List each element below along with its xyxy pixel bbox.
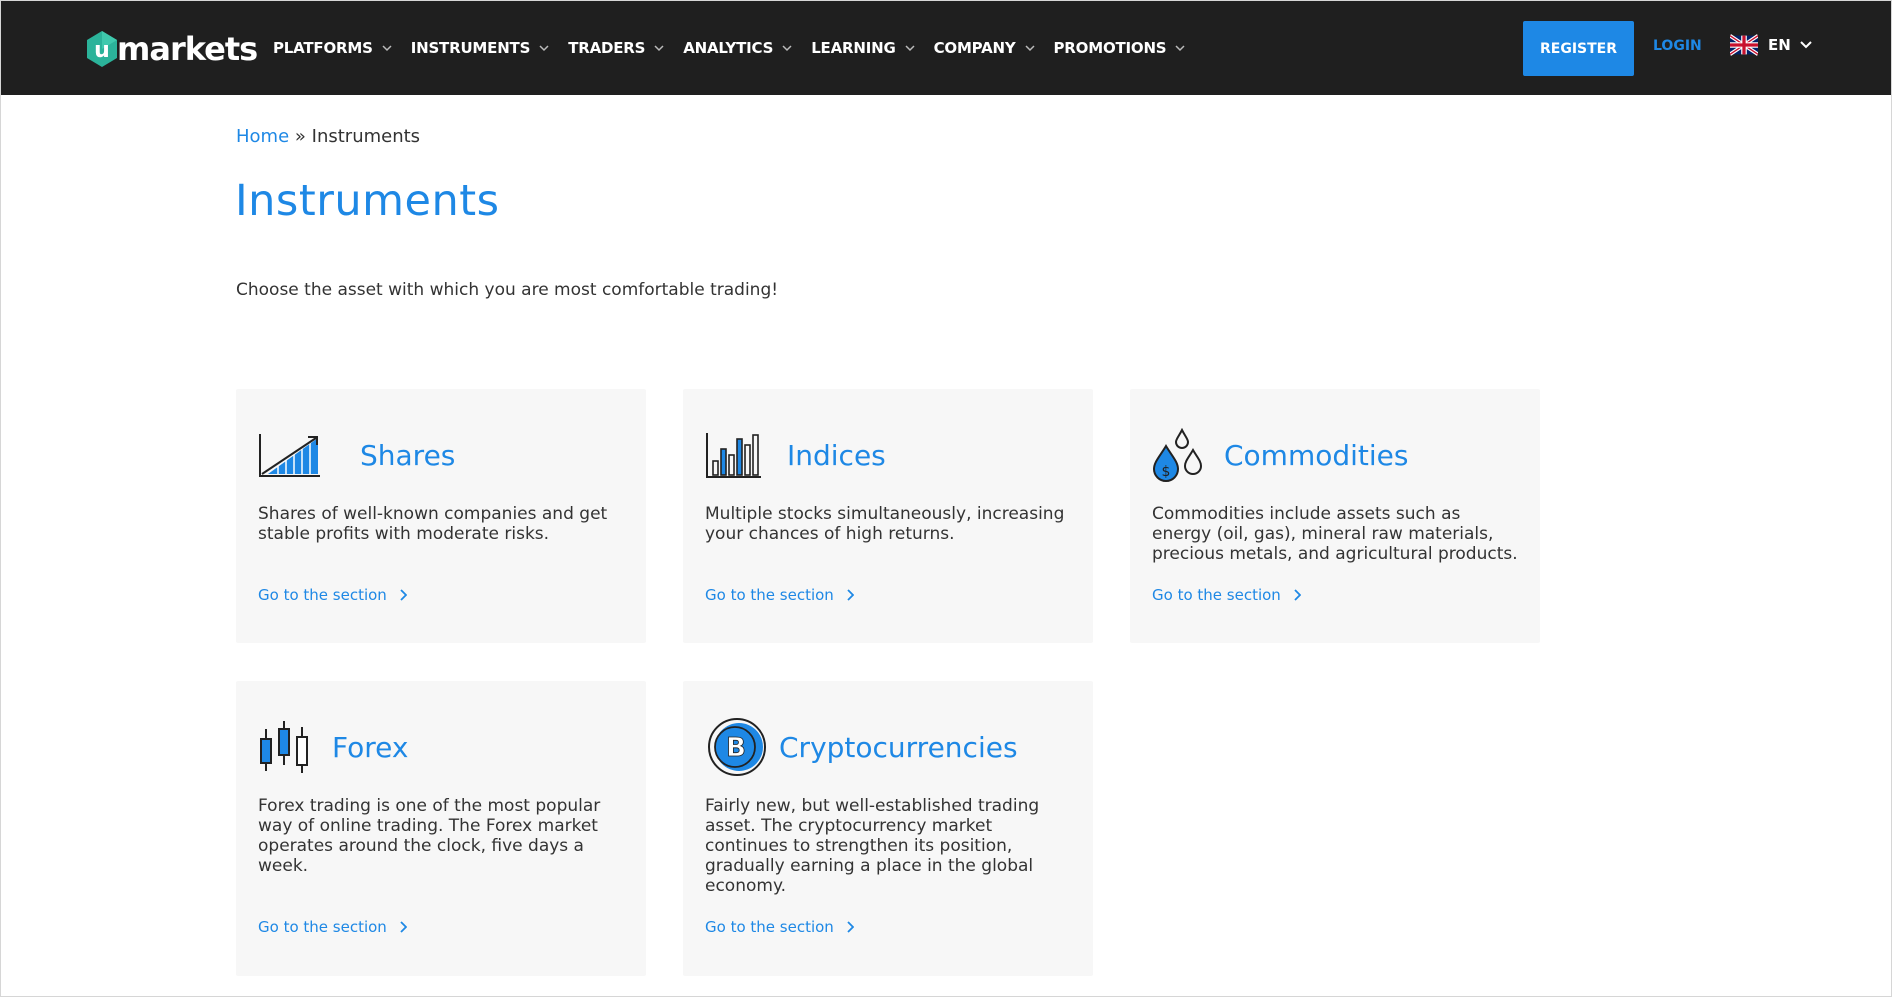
language-selector[interactable]: EN [1730, 34, 1813, 56]
nav-item-instruments[interactable]: INSTRUMENTS [411, 39, 549, 57]
instrument-card-indices[interactable]: Indices Multiple stocks simultaneously, … [683, 389, 1093, 643]
nav-item-label: PLATFORMS [273, 39, 373, 57]
go-to-section-link[interactable]: Go to the section [705, 918, 854, 936]
chevron-right-icon [847, 921, 854, 933]
chevron-right-icon [400, 589, 407, 601]
chevron-down-icon [1175, 43, 1185, 53]
breadcrumb-separator: » [294, 126, 306, 147]
card-description: Multiple stocks simultaneously, increasi… [705, 504, 1065, 544]
link-label: Go to the section [258, 918, 387, 936]
card-header: Forex [258, 717, 408, 777]
chevron-right-icon [1294, 589, 1301, 601]
chevron-right-icon [847, 589, 854, 601]
card-title[interactable]: Forex [332, 731, 408, 764]
nav-item-label: INSTRUMENTS [410, 39, 531, 57]
chevron-down-icon [1024, 43, 1035, 53]
nav-item-label: ANALYTICS [683, 39, 774, 57]
oil-drops-icon: $ [1152, 427, 1216, 483]
card-title[interactable]: Commodities [1224, 439, 1409, 472]
nav-item-label: COMPANY [933, 39, 1016, 57]
chevron-down-icon [782, 43, 792, 53]
breadcrumb-home-link[interactable]: Home [236, 126, 289, 147]
nav-item-traders[interactable]: TRADERS [568, 39, 664, 57]
card-description: Shares of well-known companies and get s… [258, 504, 608, 544]
candlestick-icon [258, 719, 322, 775]
instrument-card-commodities[interactable]: $ Commodities Commodities include assets… [1130, 389, 1540, 643]
card-header: $ Commodities [1152, 425, 1409, 485]
page-intro: Choose the asset with which you are most… [236, 280, 779, 300]
bitcoin-coin-icon: B [705, 718, 769, 776]
register-button[interactable]: REGISTER [1523, 21, 1634, 76]
card-description: Forex trading is one of the most popular… [258, 796, 601, 876]
nav-item-label: TRADERS [568, 39, 646, 57]
chevron-down-icon [539, 43, 549, 53]
language-code: EN [1768, 36, 1791, 54]
nav-item-promotions[interactable]: PROMOTIONS [1054, 39, 1186, 57]
nav-item-label: LEARNING [811, 39, 896, 57]
instrument-card-forex[interactable]: Forex Forex trading is one of the most p… [236, 681, 646, 976]
link-label: Go to the section [258, 586, 387, 604]
instrument-card-shares[interactable]: Shares Shares of well-known companies an… [236, 389, 646, 643]
go-to-section-link[interactable]: Go to the section [258, 918, 407, 936]
chevron-down-icon [654, 43, 664, 53]
go-to-section-link[interactable]: Go to the section [258, 586, 407, 604]
site-header: u markets PLATFORMS INSTRUMENTS TRADERS … [1, 1, 1891, 95]
card-description: Commodities include assets such as energ… [1152, 504, 1518, 564]
uk-flag-icon [1730, 34, 1758, 56]
card-title[interactable]: Shares [360, 439, 455, 472]
nav-item-label: PROMOTIONS [1053, 39, 1167, 57]
chevron-right-icon [400, 921, 407, 933]
svg-text:$: $ [1162, 464, 1171, 480]
svg-text:B: B [726, 733, 746, 763]
logo-text: markets [117, 30, 258, 68]
nav-item-platforms[interactable]: PLATFORMS [273, 39, 392, 57]
page-title: Instruments [235, 176, 500, 226]
logo-hexagon-icon: u [85, 30, 119, 68]
link-label: Go to the section [1152, 586, 1281, 604]
link-label: Go to the section [705, 918, 834, 936]
go-to-section-link[interactable]: Go to the section [1152, 586, 1301, 604]
main-nav: PLATFORMS INSTRUMENTS TRADERS ANALYTICS … [273, 1, 1204, 95]
site-logo[interactable]: u markets [85, 28, 258, 70]
breadcrumb: Home » Instruments [236, 126, 420, 147]
nav-item-learning[interactable]: LEARNING [811, 39, 915, 57]
instrument-card-cryptocurrencies[interactable]: B Cryptocurrencies Fairly new, but well-… [683, 681, 1093, 976]
card-header: Shares [258, 425, 455, 485]
bar-chart-icon [705, 427, 769, 483]
logo-letter: u [94, 38, 110, 63]
card-title[interactable]: Indices [787, 439, 886, 472]
card-description: Fairly new, but well-established trading… [705, 796, 1040, 896]
login-link[interactable]: LOGIN [1653, 38, 1702, 54]
chevron-down-icon [905, 43, 915, 53]
nav-item-company[interactable]: COMPANY [934, 39, 1035, 57]
chevron-down-icon [382, 43, 392, 53]
chevron-down-icon [1800, 41, 1812, 49]
nav-item-analytics[interactable]: ANALYTICS [683, 39, 792, 57]
breadcrumb-current: Instruments [311, 126, 421, 147]
growth-chart-icon [258, 427, 322, 483]
go-to-section-link[interactable]: Go to the section [705, 586, 854, 604]
link-label: Go to the section [705, 586, 834, 604]
card-title[interactable]: Cryptocurrencies [779, 731, 1018, 764]
card-header: Indices [705, 425, 886, 485]
card-header: B Cryptocurrencies [705, 717, 1018, 777]
